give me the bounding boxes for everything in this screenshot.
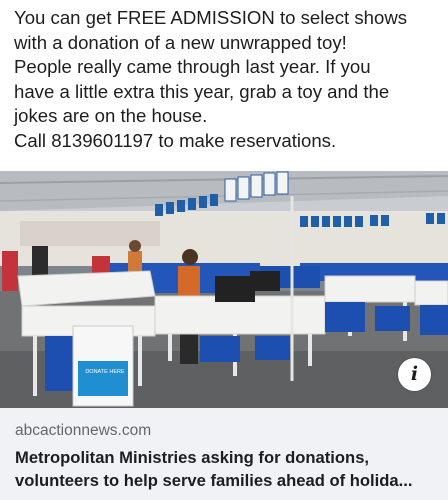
post-text-line: Call 8139601197 to make reservations. xyxy=(14,129,337,151)
link-title[interactable]: Metropolitan Ministries asking for donat… xyxy=(15,446,441,492)
post-text-line: jokes are on the house. xyxy=(14,105,208,127)
link-title-line: volunteers to help serve families ahead … xyxy=(15,471,413,490)
link-preview-image[interactable]: DONATE HERE i xyxy=(0,171,448,408)
post-text: You can get FREE ADMISSION to select sho… xyxy=(14,6,440,154)
post-text-line: You can get FREE ADMISSION to select sho… xyxy=(14,7,408,28)
post-text-line: have a little extra this year, grab a to… xyxy=(14,80,390,102)
info-button[interactable]: i xyxy=(398,358,431,391)
link-domain: abcactionnews.com xyxy=(15,422,152,439)
link-title-line: Metropolitan Ministries asking for donat… xyxy=(15,448,370,467)
post-text-line: People really came through last year. If… xyxy=(14,56,371,78)
box-label: DONATE HERE xyxy=(85,369,125,375)
link-card[interactable]: abcactionnews.com Metropolitan Ministrie… xyxy=(0,408,448,500)
post-text-line: with a donation of a new unwrapped toy! xyxy=(14,31,347,53)
warehouse-photo: DONATE HERE xyxy=(0,171,448,408)
